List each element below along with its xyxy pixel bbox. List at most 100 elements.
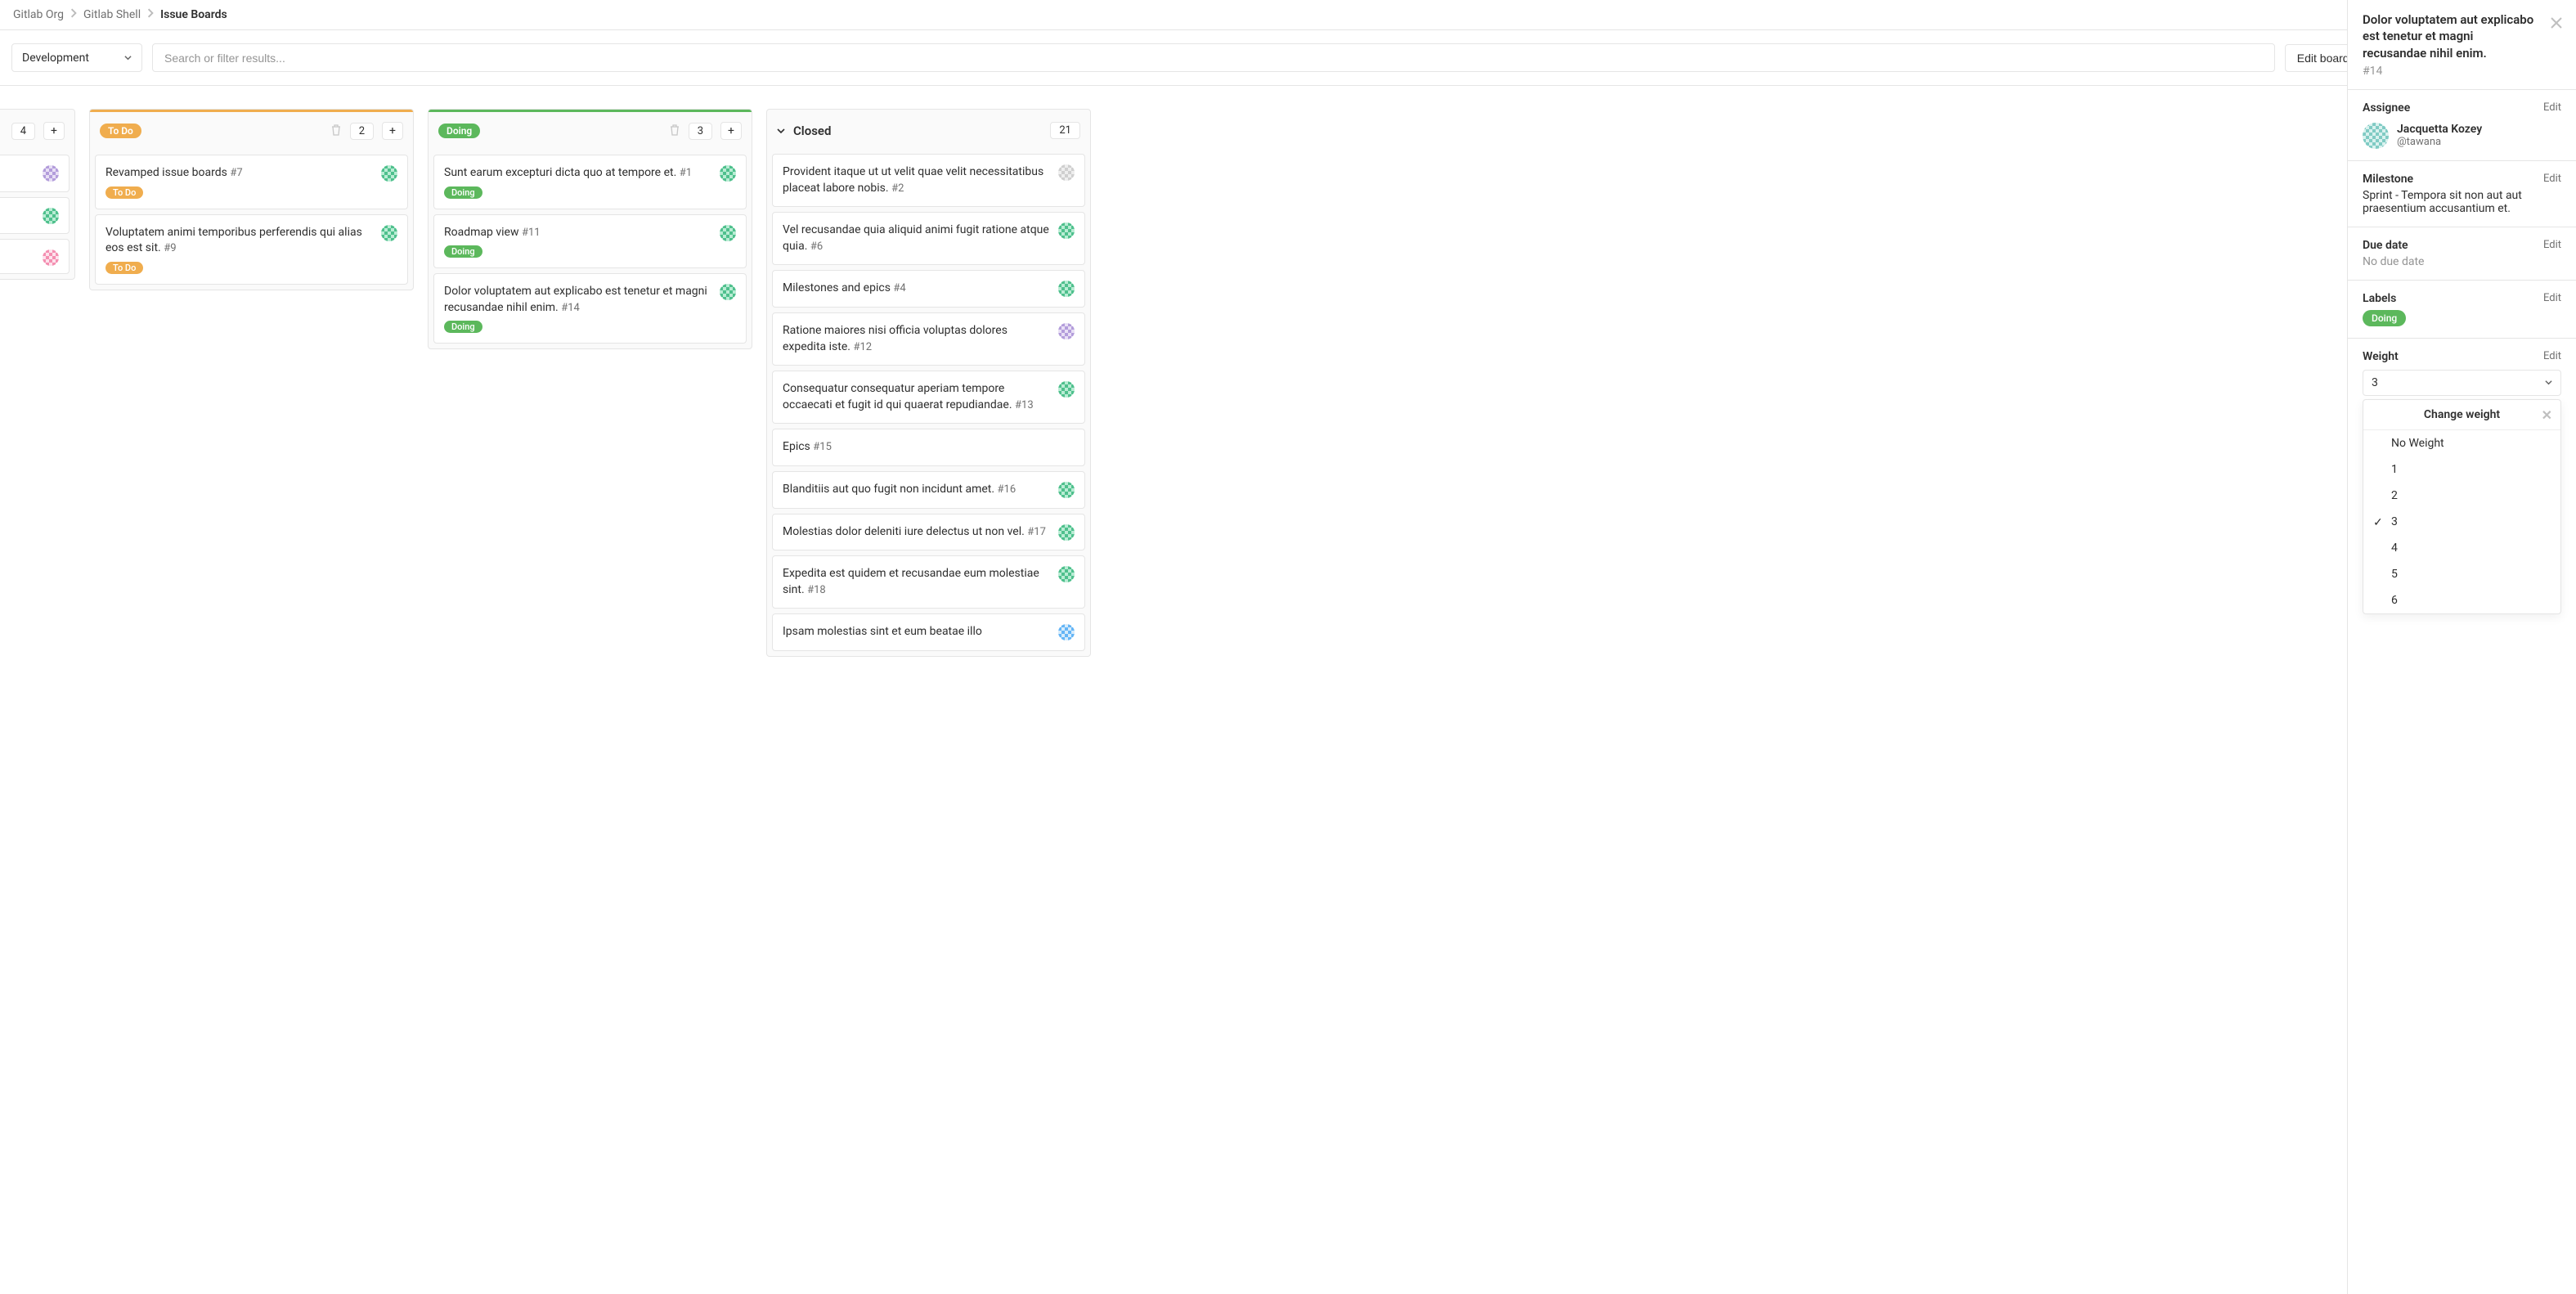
board-toolbar: Development Edit board Add list Add issu…	[0, 30, 2576, 86]
card-title: Voluptatem animi temporibus perferendis …	[105, 226, 362, 255]
list-title-chip: To Do	[100, 124, 141, 138]
list-count: 3	[689, 123, 712, 140]
card-ref: #8	[0, 249, 38, 263]
breadcrumb-page: Issue Boards	[160, 8, 227, 21]
card-title: Sunt earum excepturi dicta quo at tempor…	[444, 166, 676, 179]
issue-card[interactable]: Epics #15	[772, 429, 1085, 466]
card-labels: Doing	[444, 321, 736, 333]
list-count: 4	[11, 123, 35, 140]
weight-option[interactable]: 1	[2363, 456, 2560, 483]
issue-card[interactable]: Provident itaque ut ut velit quae velit …	[772, 154, 1085, 207]
label-chip: Doing	[444, 321, 482, 333]
board-list-cutoff: 4 + sunt x non #8	[0, 109, 75, 280]
issue-card[interactable]: Molestias dolor deleniti iure delectus u…	[772, 514, 1085, 551]
weight-popover: Change weight ✕ No Weight12✓3456	[2363, 399, 2561, 614]
avatar	[1058, 524, 1075, 541]
label-chip: Doing	[444, 245, 482, 258]
add-card-button[interactable]: +	[382, 122, 403, 140]
issue-card[interactable]: Revamped issue boards #7 To Do	[95, 155, 408, 209]
card-labels: Doing	[444, 245, 736, 258]
close-icon[interactable]	[2548, 15, 2565, 34]
list-count: 21	[1050, 122, 1080, 139]
avatar	[2363, 123, 2389, 149]
issue-card[interactable]: Consequatur consequatur aperiam tempore …	[772, 371, 1085, 424]
card-ref: #14	[561, 302, 580, 314]
issue-card[interactable]: Roadmap view #11 Doing	[433, 214, 747, 269]
list-header: To Do 2 +	[90, 110, 413, 150]
chevron-right-icon	[70, 8, 77, 21]
issue-card[interactable]: Milestones and epics #4	[772, 270, 1085, 308]
avatar	[43, 165, 59, 182]
card-ref: #11	[522, 227, 541, 239]
label-chip: Doing	[444, 186, 482, 199]
sidebar-assignee: Assignee Edit Jacquetta Kozey @tawana	[2348, 90, 2576, 161]
issue-card[interactable]: Blanditiis aut quo fugit non incidunt am…	[772, 471, 1085, 509]
search-input[interactable]	[152, 43, 2275, 72]
labels-edit[interactable]: Edit	[2543, 292, 2561, 304]
assignee-edit[interactable]: Edit	[2543, 101, 2561, 114]
avatar	[381, 225, 397, 241]
avatar	[381, 165, 397, 182]
milestone-label: Milestone	[2363, 173, 2413, 186]
weight-label: Weight	[2363, 350, 2399, 363]
card-title: Consequatur consequatur aperiam tempore …	[783, 382, 1012, 411]
issue-card[interactable]: Ratione maiores nisi officia voluptas do…	[772, 312, 1085, 366]
card-title: Revamped issue boards	[105, 166, 227, 179]
add-card-button[interactable]: +	[43, 122, 65, 140]
list-title-chip: Doing	[438, 124, 480, 138]
assignee-name: Jacquetta Kozey	[2397, 123, 2482, 136]
issue-card[interactable]: Voluptatem animi temporibus perferendis …	[95, 214, 408, 285]
issue-card[interactable]: x non	[0, 197, 70, 235]
card-title: Ratione maiores nisi officia voluptas do…	[783, 324, 1008, 353]
card-title: Roadmap view	[444, 226, 518, 239]
avatar	[720, 225, 736, 241]
board-selector[interactable]: Development	[11, 43, 142, 72]
issue-card[interactable]: #8	[0, 239, 70, 274]
card-ref: #18	[807, 584, 826, 596]
milestone-edit[interactable]: Edit	[2543, 173, 2561, 185]
card-ref: #1	[680, 167, 692, 179]
board-list-todo: To Do 2 + Revamped issue boards #7 To Do V…	[89, 109, 414, 290]
issue-card[interactable]: sunt	[0, 155, 70, 192]
due-date-edit[interactable]: Edit	[2543, 239, 2561, 251]
milestone-value: Sprint - Tempora sit non aut aut praesen…	[2363, 189, 2561, 215]
add-card-button[interactable]: +	[720, 122, 742, 140]
weight-option[interactable]: No Weight	[2363, 430, 2560, 456]
weight-option[interactable]: 6	[2363, 587, 2560, 613]
breadcrumb-org[interactable]: Gitlab Org	[13, 8, 64, 21]
weight-option[interactable]: 4	[2363, 535, 2560, 561]
issue-card[interactable]: Expedita est quidem et recusandae eum mo…	[772, 555, 1085, 609]
weight-popover-title: Change weight ✕	[2363, 400, 2560, 430]
sidebar-weight: Weight Edit 3 Change weight ✕ No Weight1…	[2348, 339, 2576, 626]
label-chip: Doing	[2363, 310, 2406, 326]
weight-option[interactable]: 5	[2363, 561, 2560, 587]
list-body: Provident itaque ut ut velit quae velit …	[767, 149, 1090, 656]
assignee-username: @tawana	[2397, 136, 2482, 148]
weight-option[interactable]: 2	[2363, 483, 2560, 509]
list-count: 2	[350, 123, 374, 140]
chevron-down-icon[interactable]	[777, 125, 785, 138]
issue-card[interactable]: Sunt earum excepturi dicta quo at tempor…	[433, 155, 747, 209]
trash-icon[interactable]	[669, 124, 680, 139]
card-ref: #12	[853, 341, 872, 353]
card-ref: #4	[893, 282, 905, 294]
weight-option[interactable]: ✓3	[2363, 509, 2560, 535]
card-labels: To Do	[105, 186, 397, 199]
issue-card[interactable]: Vel recusandae quia aliquid animi fugit …	[772, 212, 1085, 265]
weight-selected-value: 3	[2372, 376, 2378, 389]
card-ref: #2	[891, 182, 904, 195]
due-date-label: Due date	[2363, 239, 2408, 252]
issue-card[interactable]: Dolor voluptatem aut explicabo est tenet…	[433, 273, 747, 344]
label-chip: To Do	[105, 262, 143, 274]
breadcrumb-project[interactable]: Gitlab Shell	[83, 8, 141, 21]
trash-icon[interactable]	[330, 124, 342, 139]
weight-edit[interactable]: Edit	[2543, 350, 2561, 362]
card-ref: #9	[164, 242, 176, 254]
breadcrumb: Gitlab Org Gitlab Shell Issue Boards	[0, 0, 2576, 30]
avatar	[720, 165, 736, 182]
issue-card[interactable]: Ipsam molestias sint et eum beatae illo	[772, 613, 1085, 651]
board-list-doing: Doing 3 + Sunt earum excepturi dicta quo…	[428, 109, 752, 349]
close-icon[interactable]: ✕	[2542, 407, 2552, 423]
card-ref: #7	[230, 167, 242, 179]
weight-select[interactable]: 3	[2363, 370, 2561, 396]
